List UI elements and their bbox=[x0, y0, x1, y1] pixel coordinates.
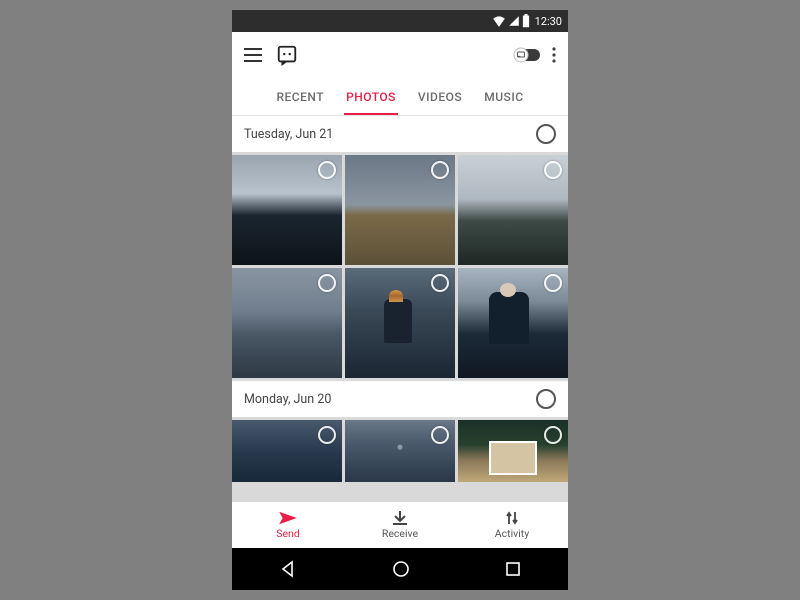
bottom-label: Receive bbox=[382, 527, 418, 540]
content-area[interactable]: Tuesday, Jun 21 Monday, Jun 20 bbox=[232, 116, 568, 502]
bottom-label: Activity bbox=[495, 527, 529, 540]
tab-videos[interactable]: VIDEOS bbox=[418, 80, 462, 114]
bottom-bar: Send Receive Activity bbox=[232, 502, 568, 548]
select-all-circle[interactable] bbox=[536, 124, 556, 144]
select-circle[interactable] bbox=[544, 426, 562, 444]
tab-music[interactable]: MUSIC bbox=[484, 80, 523, 114]
home-icon[interactable] bbox=[391, 559, 411, 579]
app-bar bbox=[232, 32, 568, 78]
wifi-icon bbox=[492, 15, 506, 27]
battery-icon bbox=[522, 14, 530, 28]
photo-thumbnail[interactable] bbox=[458, 155, 568, 265]
select-circle[interactable] bbox=[544, 274, 562, 292]
select-circle[interactable] bbox=[431, 161, 449, 179]
tab-bar: RECENT PHOTOS VIDEOS MUSIC bbox=[232, 78, 568, 116]
cast-toggle[interactable] bbox=[512, 47, 542, 63]
send-icon bbox=[277, 510, 299, 526]
download-icon bbox=[391, 510, 409, 526]
activity-icon bbox=[504, 510, 520, 526]
photo-thumbnail[interactable] bbox=[232, 268, 342, 378]
bottom-send[interactable]: Send bbox=[232, 502, 344, 548]
bottom-receive[interactable]: Receive bbox=[344, 502, 456, 548]
signal-icon bbox=[508, 15, 520, 27]
section-date-label: Monday, Jun 20 bbox=[244, 392, 331, 407]
select-circle[interactable] bbox=[431, 426, 449, 444]
photo-grid bbox=[232, 152, 568, 381]
select-circle[interactable] bbox=[431, 274, 449, 292]
section-header: Tuesday, Jun 21 bbox=[232, 116, 568, 152]
back-icon[interactable] bbox=[278, 559, 298, 579]
photo-thumbnail[interactable] bbox=[345, 155, 455, 265]
photo-thumbnail[interactable] bbox=[232, 155, 342, 265]
menu-button[interactable] bbox=[244, 48, 262, 62]
tab-recent[interactable]: RECENT bbox=[276, 80, 324, 114]
phone-frame: 12:30 RECENT PHOTOS VIDEOS MUSIC Tuesday… bbox=[232, 10, 568, 590]
select-circle[interactable] bbox=[318, 161, 336, 179]
photo-thumbnail[interactable] bbox=[458, 420, 568, 482]
overflow-menu-button[interactable] bbox=[552, 47, 556, 63]
photo-thumbnail[interactable] bbox=[345, 420, 455, 482]
select-circle[interactable] bbox=[318, 274, 336, 292]
tab-photos[interactable]: PHOTOS bbox=[346, 80, 396, 114]
photo-thumbnail[interactable] bbox=[345, 268, 455, 378]
app-logo-icon bbox=[276, 44, 298, 66]
status-bar: 12:30 bbox=[232, 10, 568, 32]
photo-thumbnail[interactable] bbox=[232, 420, 342, 482]
select-circle[interactable] bbox=[318, 426, 336, 444]
status-time: 12:30 bbox=[535, 15, 562, 28]
bottom-activity[interactable]: Activity bbox=[456, 502, 568, 548]
photo-thumbnail[interactable] bbox=[458, 268, 568, 378]
android-nav-bar bbox=[232, 548, 568, 590]
select-all-circle[interactable] bbox=[536, 389, 556, 409]
section-date-label: Tuesday, Jun 21 bbox=[244, 127, 333, 142]
recents-icon[interactable] bbox=[504, 560, 522, 578]
photo-grid bbox=[232, 417, 568, 485]
section-header: Monday, Jun 20 bbox=[232, 381, 568, 417]
bottom-label: Send bbox=[276, 527, 300, 540]
select-circle[interactable] bbox=[544, 161, 562, 179]
